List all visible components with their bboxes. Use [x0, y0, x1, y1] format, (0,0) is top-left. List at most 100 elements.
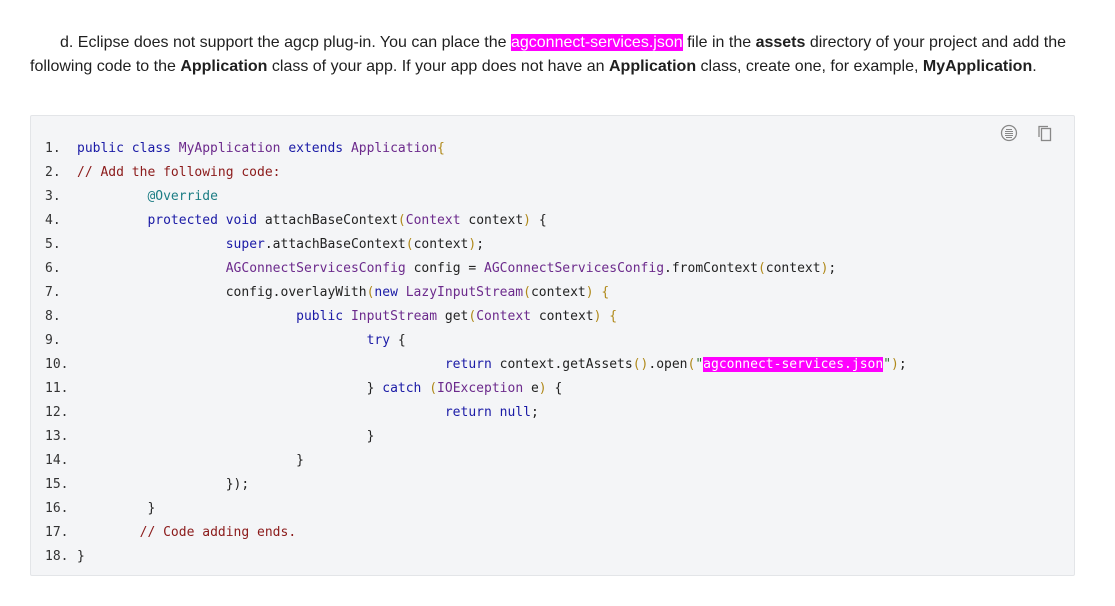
code-token: MyApplication [178, 141, 289, 156]
code-token: { [437, 141, 445, 156]
code-token: return null [444, 405, 531, 420]
code-line: 10. return context.getAssets().open("agc… [45, 353, 907, 377]
code-token: .fromContext [664, 261, 758, 276]
code-lines: 1. public class MyApplication extends App… [45, 137, 907, 569]
format-icon[interactable] [1000, 124, 1018, 142]
code-token: ) [891, 357, 899, 372]
bold-assets: assets [755, 34, 806, 51]
code-token: LazyInputStream [405, 285, 524, 300]
code-line: 8. public InputStream get(Context contex… [45, 305, 907, 329]
code-token: ; [530, 405, 539, 420]
line-number: 17. [45, 525, 69, 540]
code-line: 3. @Override [45, 185, 907, 209]
code-token: // Add the following code: [77, 165, 281, 180]
code-token: ; [828, 261, 837, 276]
code-token: new [374, 285, 406, 300]
line-number: 7. [45, 285, 61, 300]
code-token: { [609, 309, 618, 324]
line-number: 4. [45, 213, 61, 228]
code-token: } [77, 453, 304, 468]
code-token: ( [397, 213, 406, 228]
code-token: InputStream [350, 309, 445, 324]
instruction-paragraph: d. Eclipse does not support the agcp plu… [30, 31, 1085, 78]
code-token: } [77, 429, 375, 444]
code-token: ( [429, 381, 438, 396]
code-token: config.overlayWith [77, 285, 367, 300]
code-token: e [530, 381, 539, 396]
bold-myapplication: MyApplication [922, 57, 1033, 75]
code-token: context [530, 285, 586, 300]
code-line: 2. // Add the following code: [45, 161, 907, 185]
line-number: 1. [45, 141, 61, 156]
code-token: ( [757, 261, 766, 276]
code-token: Context [476, 309, 539, 324]
code-token: { [601, 285, 610, 300]
code-token: protected void [147, 213, 265, 228]
code-token: AGConnectServicesConfig [225, 261, 414, 276]
bold-application: Application [180, 57, 268, 75]
code-line: 18.} [45, 545, 907, 569]
code-block: 1. public class MyApplication extends App… [30, 115, 1075, 576]
code-line: 5. super.attachBaseContext(context); [45, 233, 907, 257]
text: file in the [682, 34, 756, 51]
code-token: ; [476, 237, 485, 252]
code-token: context [413, 237, 469, 252]
line-number: 18. [45, 549, 69, 564]
code-token: catch [382, 381, 430, 396]
code-line: 1. public class MyApplication extends App… [45, 137, 907, 161]
code-token: AGConnectServicesConfig [484, 261, 665, 276]
code-line: 7. config.overlayWith (new LazyInputStrea… [45, 281, 907, 305]
line-number: 11. [45, 381, 69, 396]
code-token: { [531, 213, 547, 228]
code-line: 17. // Code adding ends. [45, 521, 907, 545]
code-token: Context [405, 213, 469, 228]
text: d. Eclipse does not support the agcp plu… [60, 34, 511, 51]
code-token: ) [538, 381, 547, 396]
code-token: return [444, 357, 500, 372]
code-token: () [632, 357, 649, 372]
code-token: " [883, 357, 892, 372]
line-number: 10. [45, 357, 69, 372]
copy-icon[interactable] [1036, 124, 1054, 142]
code-line: 16. } [45, 497, 907, 521]
code-line: 12. return null; [45, 401, 907, 425]
code-token: public class [77, 141, 179, 156]
text: class of your app. If your app does not … [267, 57, 609, 75]
code-token: config = [413, 261, 485, 276]
line-number: 8. [45, 309, 61, 324]
code-token: .open [648, 357, 688, 372]
code-token: .attachBaseContext [264, 237, 406, 252]
line-number: 6. [45, 261, 61, 276]
code-token: ( [405, 237, 414, 252]
line-number: 9. [45, 333, 61, 348]
code-token: ) [523, 213, 531, 228]
code-token: try [366, 333, 398, 348]
code-token: agconnect-services.json [703, 357, 884, 372]
code-line: 11. } catch (IOException e) { [45, 377, 907, 401]
line-number: 5. [45, 237, 61, 252]
text: . [1032, 57, 1037, 75]
code-token: { [397, 333, 406, 348]
code-token: ; [898, 357, 907, 372]
code-token: context [538, 309, 594, 324]
code-token: }); [77, 477, 250, 492]
code-token: context [765, 261, 821, 276]
code-token: public [296, 309, 351, 324]
code-token: @Override [147, 189, 218, 204]
line-number: 3. [45, 189, 61, 204]
code-token: extends [288, 141, 351, 156]
code-line: 6. AGConnectServicesConfig config = AGCo… [45, 257, 907, 281]
code-token: ) [585, 285, 594, 300]
code-line: 13. } [45, 425, 907, 449]
code-line: 15. }); [45, 473, 907, 497]
code-token: " [695, 357, 704, 372]
line-number: 16. [45, 501, 69, 516]
